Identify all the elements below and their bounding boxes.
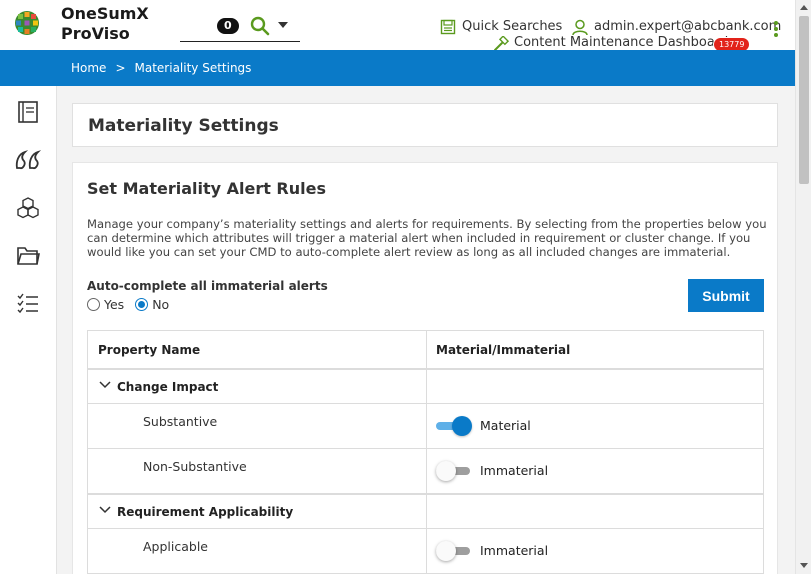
folder-icon[interactable]	[16, 244, 40, 268]
breadcrumb-separator: >	[115, 61, 126, 75]
property-label: Applicable	[143, 539, 208, 554]
radio-no[interactable]	[135, 298, 149, 311]
materiality-toggle[interactable]	[436, 416, 472, 436]
table-row: Applicable Immaterial	[88, 528, 763, 573]
app-name-line2: ProViso	[61, 24, 130, 43]
quote-icon[interactable]	[13, 148, 43, 172]
cmd-dashboard-label: Content Maintenance Dashboard	[514, 35, 729, 50]
page-title: Materiality Settings	[88, 116, 279, 136]
submit-button[interactable]: Submit	[688, 279, 764, 312]
breadcrumb: Home > Materiality Settings	[71, 61, 251, 75]
app-logo-icon[interactable]	[14, 10, 40, 36]
app-name: OneSumX ProViso	[61, 4, 149, 44]
materiality-table: Property Name Material/Immaterial Change…	[87, 330, 764, 574]
autocomplete-label: Auto-complete all immaterial alerts	[87, 279, 328, 293]
section-description: Manage your company’s materiality settin…	[87, 217, 767, 259]
page-title-card: Materiality Settings	[72, 103, 778, 147]
header-property-name: Property Name	[98, 343, 201, 357]
scrollbar-thumb[interactable]	[799, 16, 809, 184]
property-label: Non-Substantive	[143, 459, 247, 474]
materiality-toggle[interactable]	[436, 541, 472, 561]
materiality-toggle[interactable]	[436, 461, 472, 481]
page-scrollbar[interactable]	[795, 0, 811, 574]
chevron-down-icon[interactable]	[99, 506, 111, 514]
breadcrumb-current: Materiality Settings	[134, 61, 252, 75]
scroll-down-icon[interactable]	[800, 563, 808, 568]
search-dropdown-icon[interactable]	[278, 22, 288, 28]
materiality-rules-card: Set Materiality Alert Rules Manage your …	[72, 162, 778, 574]
group-row-requirement-applicability[interactable]: Requirement Applicability	[88, 493, 763, 528]
global-search[interactable]: 0	[180, 12, 300, 42]
radio-no-label: No	[152, 297, 170, 312]
checklist-icon[interactable]	[16, 292, 40, 316]
group-label: Requirement Applicability	[117, 505, 294, 519]
materiality-state: Immaterial	[480, 463, 549, 478]
radio-option-no[interactable]: No	[135, 297, 169, 312]
sidebar	[0, 86, 57, 574]
table-header-row: Property Name Material/Immaterial	[88, 331, 763, 368]
search-count-badge: 0	[217, 18, 239, 34]
table-row: Non-Substantive Immaterial	[88, 448, 763, 493]
chevron-down-icon[interactable]	[99, 381, 111, 389]
more-options-icon[interactable]	[773, 21, 779, 39]
search-icon[interactable]	[249, 15, 271, 37]
cubes-icon[interactable]	[16, 196, 40, 220]
property-label: Substantive	[143, 414, 218, 429]
app-header: OneSumX ProViso 0 Quick Searches admin.e…	[0, 0, 795, 52]
radio-yes-label: Yes	[104, 297, 125, 312]
radio-option-yes[interactable]: Yes	[87, 297, 124, 312]
main-content: Materiality Settings Set Materiality Ale…	[57, 86, 795, 574]
header-material-immaterial: Material/Immaterial	[436, 343, 571, 357]
materiality-state: Immaterial	[480, 543, 549, 558]
group-row-change-impact[interactable]: Change Impact	[88, 368, 763, 403]
scroll-up-icon[interactable]	[800, 5, 808, 10]
table-row: Substantive Material	[88, 403, 763, 448]
app-name-line1: OneSumX	[61, 4, 149, 23]
breadcrumb-bar: Home > Materiality Settings	[0, 50, 795, 86]
section-title: Set Materiality Alert Rules	[87, 179, 326, 198]
breadcrumb-home[interactable]: Home	[71, 61, 106, 75]
autocomplete-radio-group: Yes No	[87, 297, 180, 312]
quick-search-icon	[440, 19, 456, 35]
user-icon	[572, 19, 588, 36]
materiality-state: Material	[480, 418, 531, 433]
user-email: admin.expert@abcbank.com	[594, 19, 782, 34]
notebook-icon[interactable]	[16, 100, 40, 124]
quick-searches-label: Quick Searches	[462, 19, 563, 34]
radio-yes[interactable]	[87, 298, 100, 311]
group-label: Change Impact	[117, 380, 219, 394]
